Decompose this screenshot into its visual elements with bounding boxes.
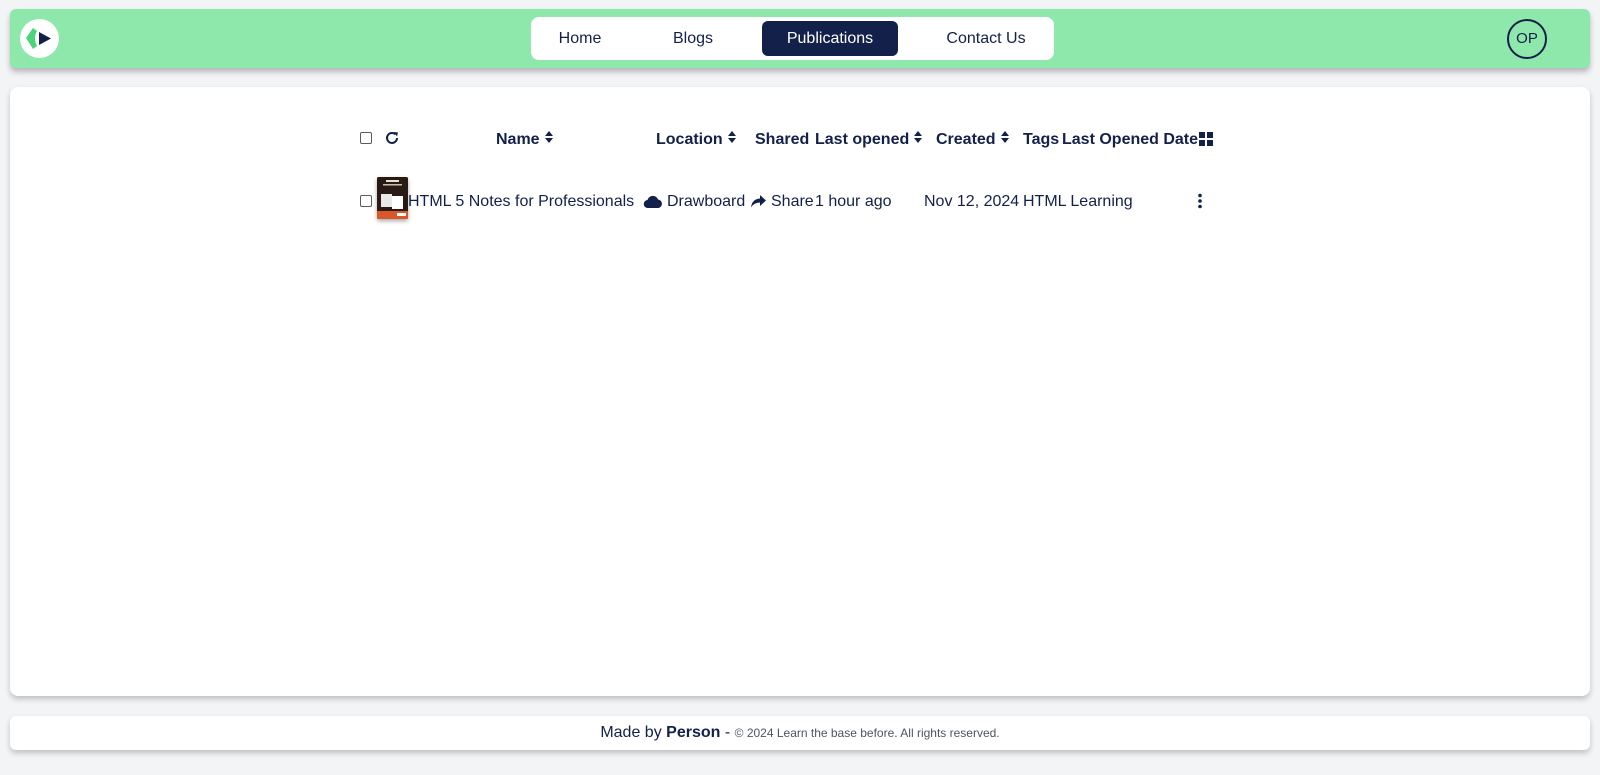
column-header-label: Shared bbox=[755, 131, 810, 148]
refresh-icon[interactable] bbox=[384, 130, 400, 151]
select-all-checkbox[interactable] bbox=[360, 132, 372, 144]
column-header-last-opened[interactable]: Last opened bbox=[815, 130, 923, 150]
footer-separator: - bbox=[724, 724, 731, 741]
column-header-last-opened-date: Last Opened Date bbox=[1062, 130, 1198, 150]
row-share[interactable]: Share bbox=[771, 192, 814, 212]
main-nav: Home Blogs Publications Contact Us bbox=[531, 17, 1054, 60]
column-header-shared: Shared bbox=[755, 130, 809, 150]
footer-copyright: © 2024 Learn the base before. All rights… bbox=[734, 726, 1000, 740]
footer-author[interactable]: Person bbox=[666, 724, 720, 741]
row-checkbox[interactable] bbox=[360, 195, 372, 207]
column-header-created[interactable]: Created bbox=[936, 130, 1010, 150]
nav-contact-us[interactable]: Contact Us bbox=[931, 21, 1041, 56]
user-avatar[interactable]: OP bbox=[1507, 19, 1547, 59]
footer-made-by: Made by bbox=[600, 724, 662, 741]
column-header-name[interactable]: Name bbox=[496, 130, 554, 150]
row-tags: HTML Learning bbox=[1023, 193, 1133, 210]
row-name[interactable]: HTML 5 Notes for Professionals bbox=[408, 192, 634, 212]
column-header-tags: Tags bbox=[1023, 130, 1059, 150]
column-header-location[interactable]: Location bbox=[656, 130, 737, 150]
publications-panel: Name Location Shared Last opened Created… bbox=[10, 87, 1590, 696]
sort-icon[interactable] bbox=[913, 130, 923, 150]
sort-icon[interactable] bbox=[1000, 130, 1010, 150]
nav-blogs[interactable]: Blogs bbox=[659, 21, 727, 56]
logo-icon bbox=[26, 28, 51, 49]
column-header-label: Last Opened Date bbox=[1062, 131, 1199, 148]
document-thumbnail[interactable] bbox=[377, 177, 408, 219]
row-last-opened: 1 hour ago bbox=[815, 193, 892, 210]
nav-home[interactable]: Home bbox=[545, 21, 615, 56]
row-created: Nov 12, 2024 bbox=[924, 193, 1020, 210]
logo[interactable] bbox=[20, 19, 59, 58]
column-header-label: Tags bbox=[1023, 131, 1060, 148]
column-header-label: Last opened bbox=[815, 131, 910, 149]
more-options-icon[interactable] bbox=[1197, 193, 1203, 214]
column-header-label: Created bbox=[936, 131, 996, 149]
sort-icon[interactable] bbox=[544, 130, 554, 150]
sort-icon[interactable] bbox=[727, 130, 737, 150]
cloud-icon bbox=[643, 194, 663, 214]
share-icon[interactable] bbox=[750, 194, 767, 214]
column-header-label: Location bbox=[656, 131, 723, 149]
footer: Made by Person - © 2024 Learn the base b… bbox=[10, 716, 1590, 750]
row-location: Drawboard bbox=[667, 193, 746, 210]
nav-publications[interactable]: Publications bbox=[762, 21, 898, 56]
grid-view-icon[interactable] bbox=[1199, 132, 1213, 151]
top-navbar: Home Blogs Publications Contact Us OP bbox=[10, 9, 1590, 68]
column-header-label: Name bbox=[496, 131, 540, 149]
